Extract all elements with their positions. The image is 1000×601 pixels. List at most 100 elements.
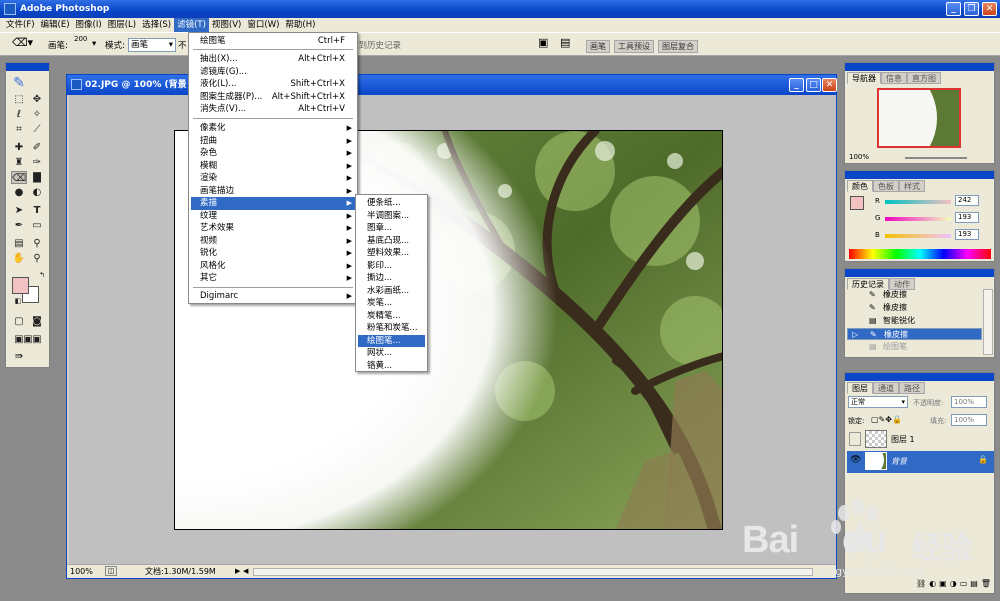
- doc-close-button[interactable]: ✕: [822, 78, 837, 92]
- swap-colors-icon[interactable]: ↰: [34, 269, 50, 282]
- menu-select[interactable]: 选择(S): [139, 18, 174, 32]
- jump-to-imageready-icon[interactable]: ⇛: [11, 350, 27, 363]
- tab-color[interactable]: 颜色: [847, 180, 873, 192]
- healing-brush-icon[interactable]: ✚: [11, 141, 27, 154]
- sketch-water-paper[interactable]: 水彩画纸...: [358, 285, 425, 298]
- well-layer-comps[interactable]: 图层复合: [658, 40, 698, 53]
- path-selection-icon[interactable]: ➤: [11, 204, 27, 217]
- well-brushes[interactable]: 画笔: [586, 40, 610, 53]
- dodge-tool-icon[interactable]: ◐: [29, 186, 45, 199]
- filter-digimarc[interactable]: Digimarc ▶: [191, 290, 355, 303]
- eyedropper-icon[interactable]: ⚲: [29, 237, 45, 250]
- blur-tool-icon[interactable]: ●: [11, 186, 27, 199]
- sketch-halftone[interactable]: 半调图案...: [358, 210, 425, 223]
- tab-channels[interactable]: 通道: [873, 382, 899, 394]
- sketch-plaster[interactable]: 塑料效果...: [358, 247, 425, 260]
- filter-liquify[interactable]: 液化(L)... Shift+Ctrl+X: [191, 78, 355, 91]
- sketch-chalk-charcoal[interactable]: 粉笔和炭笔...: [358, 322, 425, 335]
- history-item[interactable]: ✎ 橡皮擦: [847, 289, 982, 301]
- filter-video[interactable]: 视频 ▶: [191, 235, 355, 248]
- filter-artistic[interactable]: 艺术效果 ▶: [191, 222, 355, 235]
- filter-blur[interactable]: 模糊 ▶: [191, 160, 355, 173]
- zoom-tool-icon[interactable]: ⚲: [29, 252, 45, 265]
- filter-extract[interactable]: 抽出(X)... Alt+Ctrl+X: [191, 53, 355, 66]
- horizontal-scrollbar[interactable]: [253, 568, 813, 576]
- filter-other[interactable]: 其它 ▶: [191, 272, 355, 285]
- fill-input[interactable]: 100%: [951, 414, 987, 426]
- crop-tool-icon[interactable]: ⌗: [11, 123, 27, 136]
- mode-select[interactable]: 画笔 ▾: [128, 38, 176, 52]
- hand-tool-icon[interactable]: ✋: [11, 252, 27, 265]
- filter-last[interactable]: 绘图笔 Ctrl+F: [191, 35, 355, 48]
- scroll-left-icon[interactable]: ◀: [243, 565, 248, 578]
- type-tool-icon[interactable]: T: [29, 204, 45, 217]
- doc-maximize-button[interactable]: □: [806, 78, 821, 92]
- blue-value-input[interactable]: 193: [955, 229, 979, 240]
- history-item[interactable]: ✎ 橡皮擦: [847, 302, 982, 314]
- sketch-note-paper[interactable]: 便条纸...: [358, 197, 425, 210]
- menu-layer[interactable]: 图层(L): [105, 18, 139, 32]
- tab-swatches[interactable]: 色板: [873, 180, 899, 192]
- filter-render[interactable]: 渲染 ▶: [191, 172, 355, 185]
- lasso-tool-icon[interactable]: ℓ: [11, 108, 27, 121]
- canvas-area[interactable]: [69, 95, 836, 564]
- screen-mode-full-icon[interactable]: ▣: [29, 333, 45, 346]
- layer-visibility-toggle[interactable]: [849, 432, 861, 446]
- brush-size[interactable]: 200: [74, 35, 87, 43]
- sketch-graphic-pen[interactable]: 绘图笔...: [358, 334, 425, 347]
- restore-button[interactable]: ❐: [964, 2, 979, 16]
- color-foreground-swatch[interactable]: [850, 196, 864, 210]
- history-item[interactable]: ▤ 智能锐化: [847, 315, 982, 327]
- brush-tool-icon[interactable]: ✐: [29, 141, 45, 154]
- history-item-current[interactable]: ▷ ✎ 橡皮擦: [847, 328, 982, 340]
- gradient-tool-icon[interactable]: ▇: [29, 171, 45, 184]
- tab-paths[interactable]: 路径: [899, 382, 925, 394]
- sketch-bas-relief[interactable]: 基底凸现...: [358, 235, 425, 248]
- blend-mode-select[interactable]: 正常 ▾: [848, 396, 908, 408]
- menu-window[interactable]: 窗口(W): [244, 18, 282, 32]
- doc-minimize-button[interactable]: _: [789, 78, 804, 92]
- red-slider[interactable]: [885, 200, 951, 204]
- history-brush-icon[interactable]: ✑: [29, 156, 45, 169]
- tab-info[interactable]: 信息: [881, 72, 907, 84]
- minimize-button[interactable]: _: [946, 2, 961, 16]
- layer-row-selected[interactable]: 👁 背景 🔒: [847, 451, 994, 473]
- navigator-thumbnail[interactable]: [877, 88, 961, 148]
- slice-tool-icon[interactable]: ⟋: [29, 123, 45, 136]
- eye-icon[interactable]: 👁: [850, 455, 861, 465]
- palette-well-icon[interactable]: ▤: [560, 36, 570, 49]
- navigator-zoom[interactable]: 100%: [849, 153, 869, 161]
- sketch-photocopy[interactable]: 影印...: [358, 260, 425, 273]
- marquee-tool-icon[interactable]: ⬚: [11, 93, 27, 106]
- standard-mode-icon[interactable]: ▢: [11, 315, 27, 328]
- blue-slider[interactable]: [885, 234, 951, 238]
- notes-tool-icon[interactable]: ▤: [11, 237, 27, 250]
- menu-edit[interactable]: 编辑(E): [38, 18, 73, 32]
- sketch-conte-crayon[interactable]: 炭精笔...: [358, 310, 425, 323]
- default-colors-icon[interactable]: ◧: [10, 295, 26, 308]
- red-value-input[interactable]: 242: [955, 195, 979, 206]
- green-value-input[interactable]: 193: [955, 212, 979, 223]
- history-scrollbar[interactable]: [983, 289, 993, 355]
- layer-row[interactable]: 图层 1: [847, 429, 994, 451]
- magic-wand-icon[interactable]: ✧: [29, 108, 45, 121]
- filter-distort[interactable]: 扭曲 ▶: [191, 135, 355, 148]
- eraser-tool-icon[interactable]: ⌫: [11, 171, 27, 184]
- tab-styles[interactable]: 样式: [899, 180, 925, 192]
- status-arrow-icon[interactable]: ▶: [235, 565, 240, 578]
- menu-help[interactable]: 帮助(H): [282, 18, 318, 32]
- pen-tool-icon[interactable]: ✒: [11, 219, 27, 232]
- sketch-stamp[interactable]: 图章...: [358, 222, 425, 235]
- filter-sharpen[interactable]: 锐化 ▶: [191, 247, 355, 260]
- feather-logo-icon[interactable]: ✎: [11, 76, 27, 90]
- shape-tool-icon[interactable]: ▭: [29, 219, 45, 232]
- well-tool-presets[interactable]: 工具预设: [614, 40, 654, 53]
- navigator-zoom-slider[interactable]: [905, 157, 967, 159]
- filter-stylize[interactable]: 风格化 ▶: [191, 260, 355, 273]
- filter-pixelate[interactable]: 像素化 ▶: [191, 122, 355, 135]
- sketch-chrome[interactable]: 铬黄...: [358, 360, 425, 373]
- menu-file[interactable]: 文件(F): [3, 18, 38, 32]
- green-slider[interactable]: [885, 217, 951, 221]
- eraser-preset-icon[interactable]: ⌫▾: [12, 36, 33, 49]
- filter-brush-strokes[interactable]: 画笔描边 ▶: [191, 185, 355, 198]
